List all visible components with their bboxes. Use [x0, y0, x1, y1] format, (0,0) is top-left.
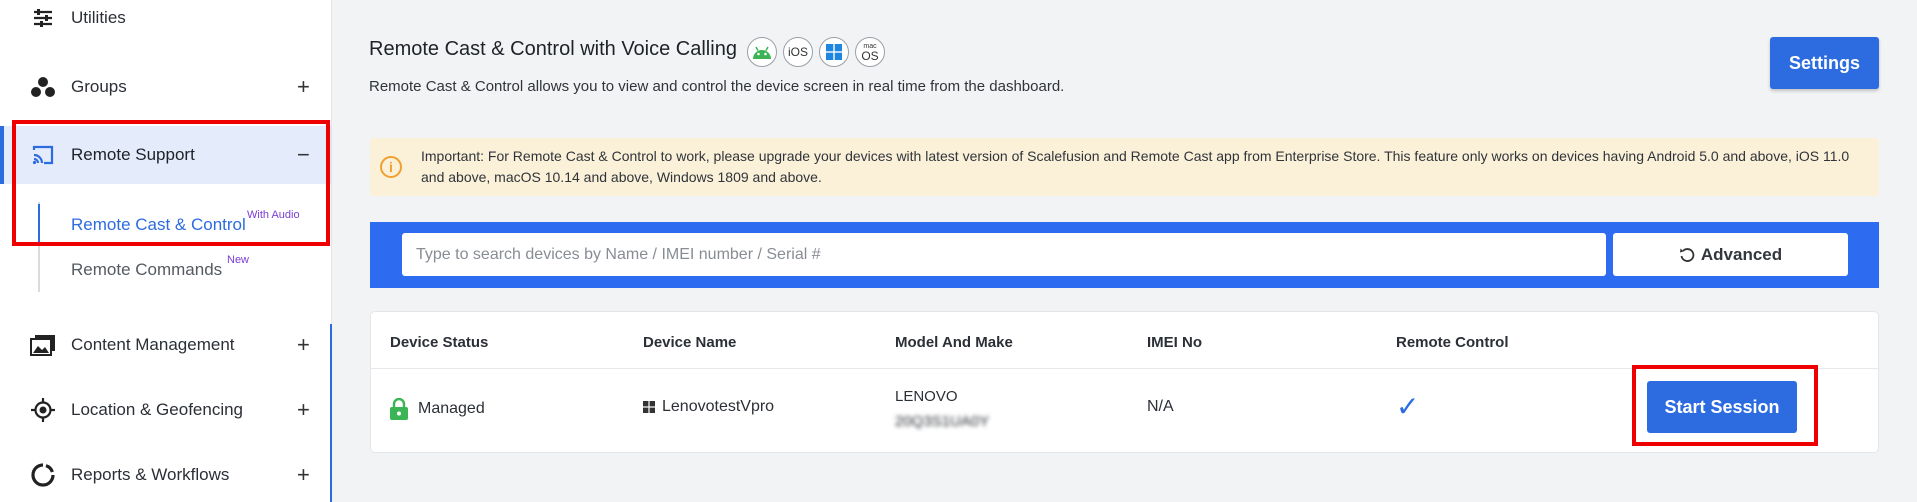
important-alert: i Important: For Remote Cast & Control t… [370, 138, 1879, 196]
column-header: Remote Control [1396, 334, 1509, 351]
android-icon [747, 37, 777, 67]
sidebar-item-label: Groups [71, 77, 127, 96]
column-header: IMEI No [1147, 334, 1202, 351]
device-name-cell[interactable]: LenovotestVpro [643, 398, 774, 416]
location-target-icon [30, 397, 56, 423]
advanced-label: Advanced [1700, 244, 1783, 264]
search-bar: Advanced [370, 222, 1879, 288]
sidebar-item-label: Reports & Workflows [71, 465, 230, 484]
page-description: Remote Cast & Control allows you to view… [369, 78, 1065, 95]
photos-icon [30, 332, 56, 358]
ios-badge: iOS [783, 37, 813, 67]
lock-icon [390, 398, 408, 420]
column-header: Device Status [390, 334, 489, 351]
windows-icon [819, 37, 849, 67]
sidebar-item-utilities[interactable]: Utilities [0, 0, 331, 44]
highlight-box-start-session [1632, 365, 1818, 446]
status-text: Managed [418, 400, 485, 417]
sidebar-item-content-management[interactable]: Content Management + [0, 319, 331, 371]
sidebar-item-label: Location & Geofencing [71, 400, 244, 419]
sidebar: Utilities Groups + Remote Support − Remo… [0, 0, 332, 502]
expand-plus-icon[interactable]: + [297, 399, 310, 421]
sidebar-item-reports-workflows[interactable]: Reports & Workflows + [0, 449, 331, 501]
sidebar-item-groups[interactable]: Groups + [0, 61, 331, 113]
advanced-button[interactable]: Advanced [1613, 233, 1848, 276]
expand-plus-icon[interactable]: + [297, 334, 310, 356]
sidebar-item-location-geofencing[interactable]: Location & Geofencing + [0, 384, 331, 436]
active-indicator [0, 126, 4, 184]
highlight-box-remote-support [12, 120, 330, 246]
device-name: LenovotestVpro [662, 398, 775, 415]
sidebar-item-label: Utilities [71, 8, 126, 27]
column-header: Model And Make [895, 334, 1013, 351]
alert-text: Important: For Remote Cast & Control to … [421, 148, 1850, 185]
remote-control-check-icon: ✓ [1396, 391, 1420, 422]
page-title: Remote Cast & Control with Voice Calling [369, 38, 737, 60]
subitem-label: Remote Commands [71, 260, 223, 279]
model-line-1: LENOVO [895, 388, 958, 405]
expand-plus-icon[interactable]: + [297, 76, 310, 98]
imei-cell: N/A [1147, 398, 1174, 415]
model-line-2: 20Q3S1UA0Y [895, 413, 990, 430]
model-make-cell: LENOVO 20Q3S1UA0Y [895, 384, 989, 434]
macos-badge: mac OS [855, 37, 885, 67]
column-header: Device Name [643, 334, 737, 351]
new-badge: New [227, 254, 250, 266]
device-search-input[interactable] [402, 233, 1606, 276]
macos-badge-bottom: OS [861, 48, 879, 63]
reports-ring-icon [30, 462, 56, 488]
groups-icon [30, 74, 56, 100]
settings-button[interactable]: Settings [1770, 37, 1879, 89]
expand-plus-icon[interactable]: + [297, 464, 310, 486]
windows-icon [643, 401, 655, 413]
info-icon: i [380, 156, 402, 178]
device-status-cell: Managed [390, 398, 485, 420]
os-badges: iOS mac OS [747, 37, 885, 67]
sidebar-scroll-rule [330, 324, 332, 502]
sliders-icon [30, 5, 56, 31]
reset-icon [1679, 247, 1695, 262]
sidebar-item-label: Content Management [71, 335, 235, 354]
sidebar-subitem-remote-commands[interactable]: Remote Commands New [38, 250, 328, 290]
